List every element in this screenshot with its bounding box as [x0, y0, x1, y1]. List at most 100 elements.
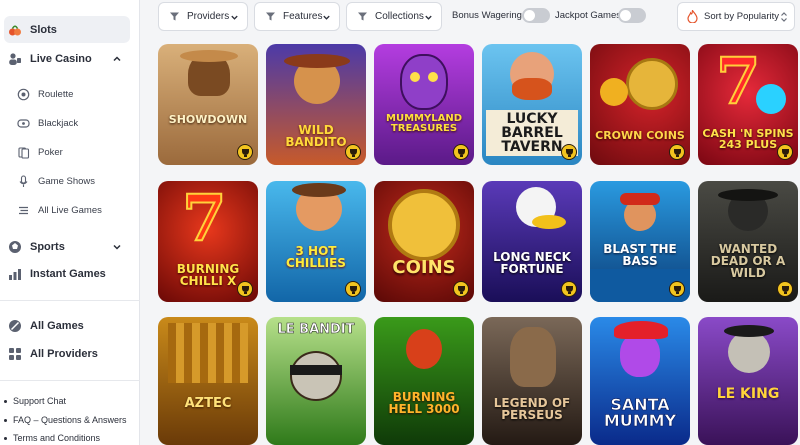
- game-tile-blast-the-bass[interactable]: BLAST THE BASS: [590, 181, 690, 302]
- trophy-badge-icon: [345, 144, 361, 160]
- trophy-badge-icon: [777, 281, 793, 297]
- chevron-up-icon[interactable]: [112, 54, 122, 64]
- features-filter-label: Features: [283, 11, 323, 22]
- game-title: WANTED DEAD OR A WILD: [710, 242, 786, 280]
- chevron-down-icon: [425, 15, 432, 20]
- trophy-badge-icon: [777, 144, 793, 160]
- microphone-icon: [16, 174, 30, 188]
- sidebar-item-label: Slots: [30, 23, 57, 36]
- sidebar-item-sports[interactable]: Sports: [4, 237, 130, 257]
- all-games-icon: [8, 319, 22, 333]
- game-title: BURNING HELL 3000: [388, 390, 460, 416]
- collections-filter[interactable]: Collections: [346, 2, 442, 31]
- footer-link-label: FAQ – Questions & Answers: [13, 415, 127, 425]
- game-tile-burning-chilli[interactable]: 7 BURNING CHILLI X: [158, 181, 258, 302]
- slots-icon: [8, 23, 22, 37]
- footer-link-faq[interactable]: FAQ – Questions & Answers: [4, 415, 127, 425]
- game-tile-3-hot-chillies[interactable]: 3 HOT CHILLIES: [266, 181, 366, 302]
- sidebar-subitem-label: Blackjack: [38, 117, 79, 129]
- blackjack-icon: [16, 116, 30, 130]
- footer-link-label: Terms and Conditions: [13, 433, 101, 443]
- sort-arrows-icon: [781, 12, 787, 22]
- sidebar-subitem-game-shows[interactable]: Game Shows: [14, 174, 95, 188]
- fire-icon: [687, 10, 698, 23]
- providers-filter[interactable]: Providers: [158, 2, 248, 31]
- trophy-badge-icon: [453, 281, 469, 297]
- game-title: LE KING: [716, 386, 780, 402]
- sidebar-item-all-games[interactable]: All Games: [4, 316, 130, 336]
- game-tile-mummyland[interactable]: MUMMYLAND TREASURES: [374, 44, 474, 165]
- game-tile-le-king[interactable]: LE KING: [698, 317, 798, 445]
- sidebar-subitem-label: All Live Games: [38, 204, 102, 216]
- live-casino-icon: [8, 52, 22, 66]
- game-title: SANTA MUMMY: [603, 395, 677, 430]
- sort-dropdown[interactable]: Sort by Popularity: [677, 2, 795, 31]
- sort-label: Sort by Popularity: [704, 11, 779, 22]
- game-tile-legend-of-perseus[interactable]: LEGEND OF PERSEUS: [482, 317, 582, 445]
- trophy-badge-icon: [345, 281, 361, 297]
- filter-icon: [266, 12, 275, 21]
- sidebar-subitem-poker[interactable]: Poker: [14, 145, 63, 159]
- sidebar-subitem-all-live-games[interactable]: All Live Games: [14, 203, 102, 217]
- bonus-wagering-toggle[interactable]: [522, 8, 550, 23]
- chevron-down-icon: [323, 15, 330, 20]
- game-title: MUMMYLAND TREASURES: [386, 113, 462, 134]
- filter-icon: [170, 12, 179, 21]
- trophy-badge-icon: [237, 144, 253, 160]
- trophy-badge-icon: [669, 144, 685, 160]
- sidebar-subitem-roulette[interactable]: Roulette: [14, 87, 73, 101]
- filter-icon: [358, 12, 367, 21]
- game-tile-long-neck-fortune[interactable]: LONG NECK FORTUNE: [482, 181, 582, 302]
- game-title: LE BANDIT: [277, 322, 355, 337]
- toggle-knob: [620, 10, 631, 21]
- game-tile-showdown[interactable]: SHOWDOWN: [158, 44, 258, 165]
- sidebar-item-label: All Providers: [30, 348, 98, 360]
- trophy-badge-icon: [561, 144, 577, 160]
- trophy-badge-icon: [453, 144, 469, 160]
- sidebar-item-label: Sports: [30, 241, 65, 253]
- game-tile-wanted[interactable]: WANTED DEAD OR A WILD: [698, 181, 798, 302]
- game-tile-crown-coins[interactable]: CROWN COINS: [590, 44, 690, 165]
- jackpot-games-label: Jackpot Games: [555, 10, 621, 21]
- instant-games-icon: [8, 267, 22, 281]
- footer-link-terms[interactable]: Terms and Conditions: [4, 433, 100, 443]
- chevron-down-icon[interactable]: [112, 242, 122, 252]
- features-filter[interactable]: Features: [254, 2, 340, 31]
- sidebar-subitem-label: Poker: [38, 146, 63, 158]
- sidebar-subitem-blackjack[interactable]: Blackjack: [14, 116, 78, 130]
- collections-filter-label: Collections: [375, 11, 424, 22]
- trophy-badge-icon: [669, 281, 685, 297]
- chevron-down-icon: [231, 15, 238, 20]
- game-tile-le-bandit[interactable]: LE BANDIT: [266, 317, 366, 445]
- toggle-knob: [524, 10, 535, 21]
- sidebar-divider: [0, 380, 140, 381]
- game-title: LONG NECK FORTUNE: [493, 250, 571, 276]
- poker-icon: [16, 145, 30, 159]
- game-tile-cash-n-spins[interactable]: 7 CASH 'N SPINS 243 PLUS: [698, 44, 798, 165]
- game-title: CROWN COINS: [595, 129, 685, 142]
- sidebar-item-label: All Games: [30, 320, 84, 332]
- sidebar-item-slots[interactable]: Slots: [4, 16, 130, 43]
- game-tile-santa-mummy[interactable]: SANTA MUMMY: [590, 317, 690, 445]
- sidebar-item-live-casino[interactable]: Live Casino: [4, 48, 130, 70]
- list-icon: [16, 203, 30, 217]
- game-tile-burning-hell[interactable]: BURNING HELL 3000: [374, 317, 474, 445]
- game-tile-wild-bandito[interactable]: WILD BANDITO: [266, 44, 366, 165]
- jackpot-games-toggle[interactable]: [618, 8, 646, 23]
- sports-icon: [8, 240, 22, 254]
- sidebar-item-instant-games[interactable]: Instant Games: [4, 264, 130, 284]
- game-tile-aztec[interactable]: AZTEC: [158, 317, 258, 445]
- sidebar-subitem-label: Roulette: [38, 88, 74, 100]
- footer-link-support-chat[interactable]: Support Chat: [4, 396, 66, 406]
- game-title: 3 HOT CHILLIES: [286, 244, 346, 270]
- sidebar-item-all-providers[interactable]: All Providers: [4, 344, 130, 364]
- game-title: BLAST THE BASS: [603, 242, 677, 268]
- sidebar: Slots Live Casino Roulette Blackjack Pok…: [0, 0, 140, 445]
- game-title: LEGEND OF PERSEUS: [493, 396, 571, 422]
- sidebar-item-label: Instant Games: [30, 268, 106, 280]
- game-tile-lucky-barrel[interactable]: LUCKY BARREL TAVERN: [482, 44, 582, 165]
- footer-link-label: Support Chat: [13, 396, 67, 406]
- game-title: SHOWDOWN: [168, 113, 248, 126]
- game-tile-coins[interactable]: COINS: [374, 181, 474, 302]
- game-title: AZTEC: [184, 396, 232, 411]
